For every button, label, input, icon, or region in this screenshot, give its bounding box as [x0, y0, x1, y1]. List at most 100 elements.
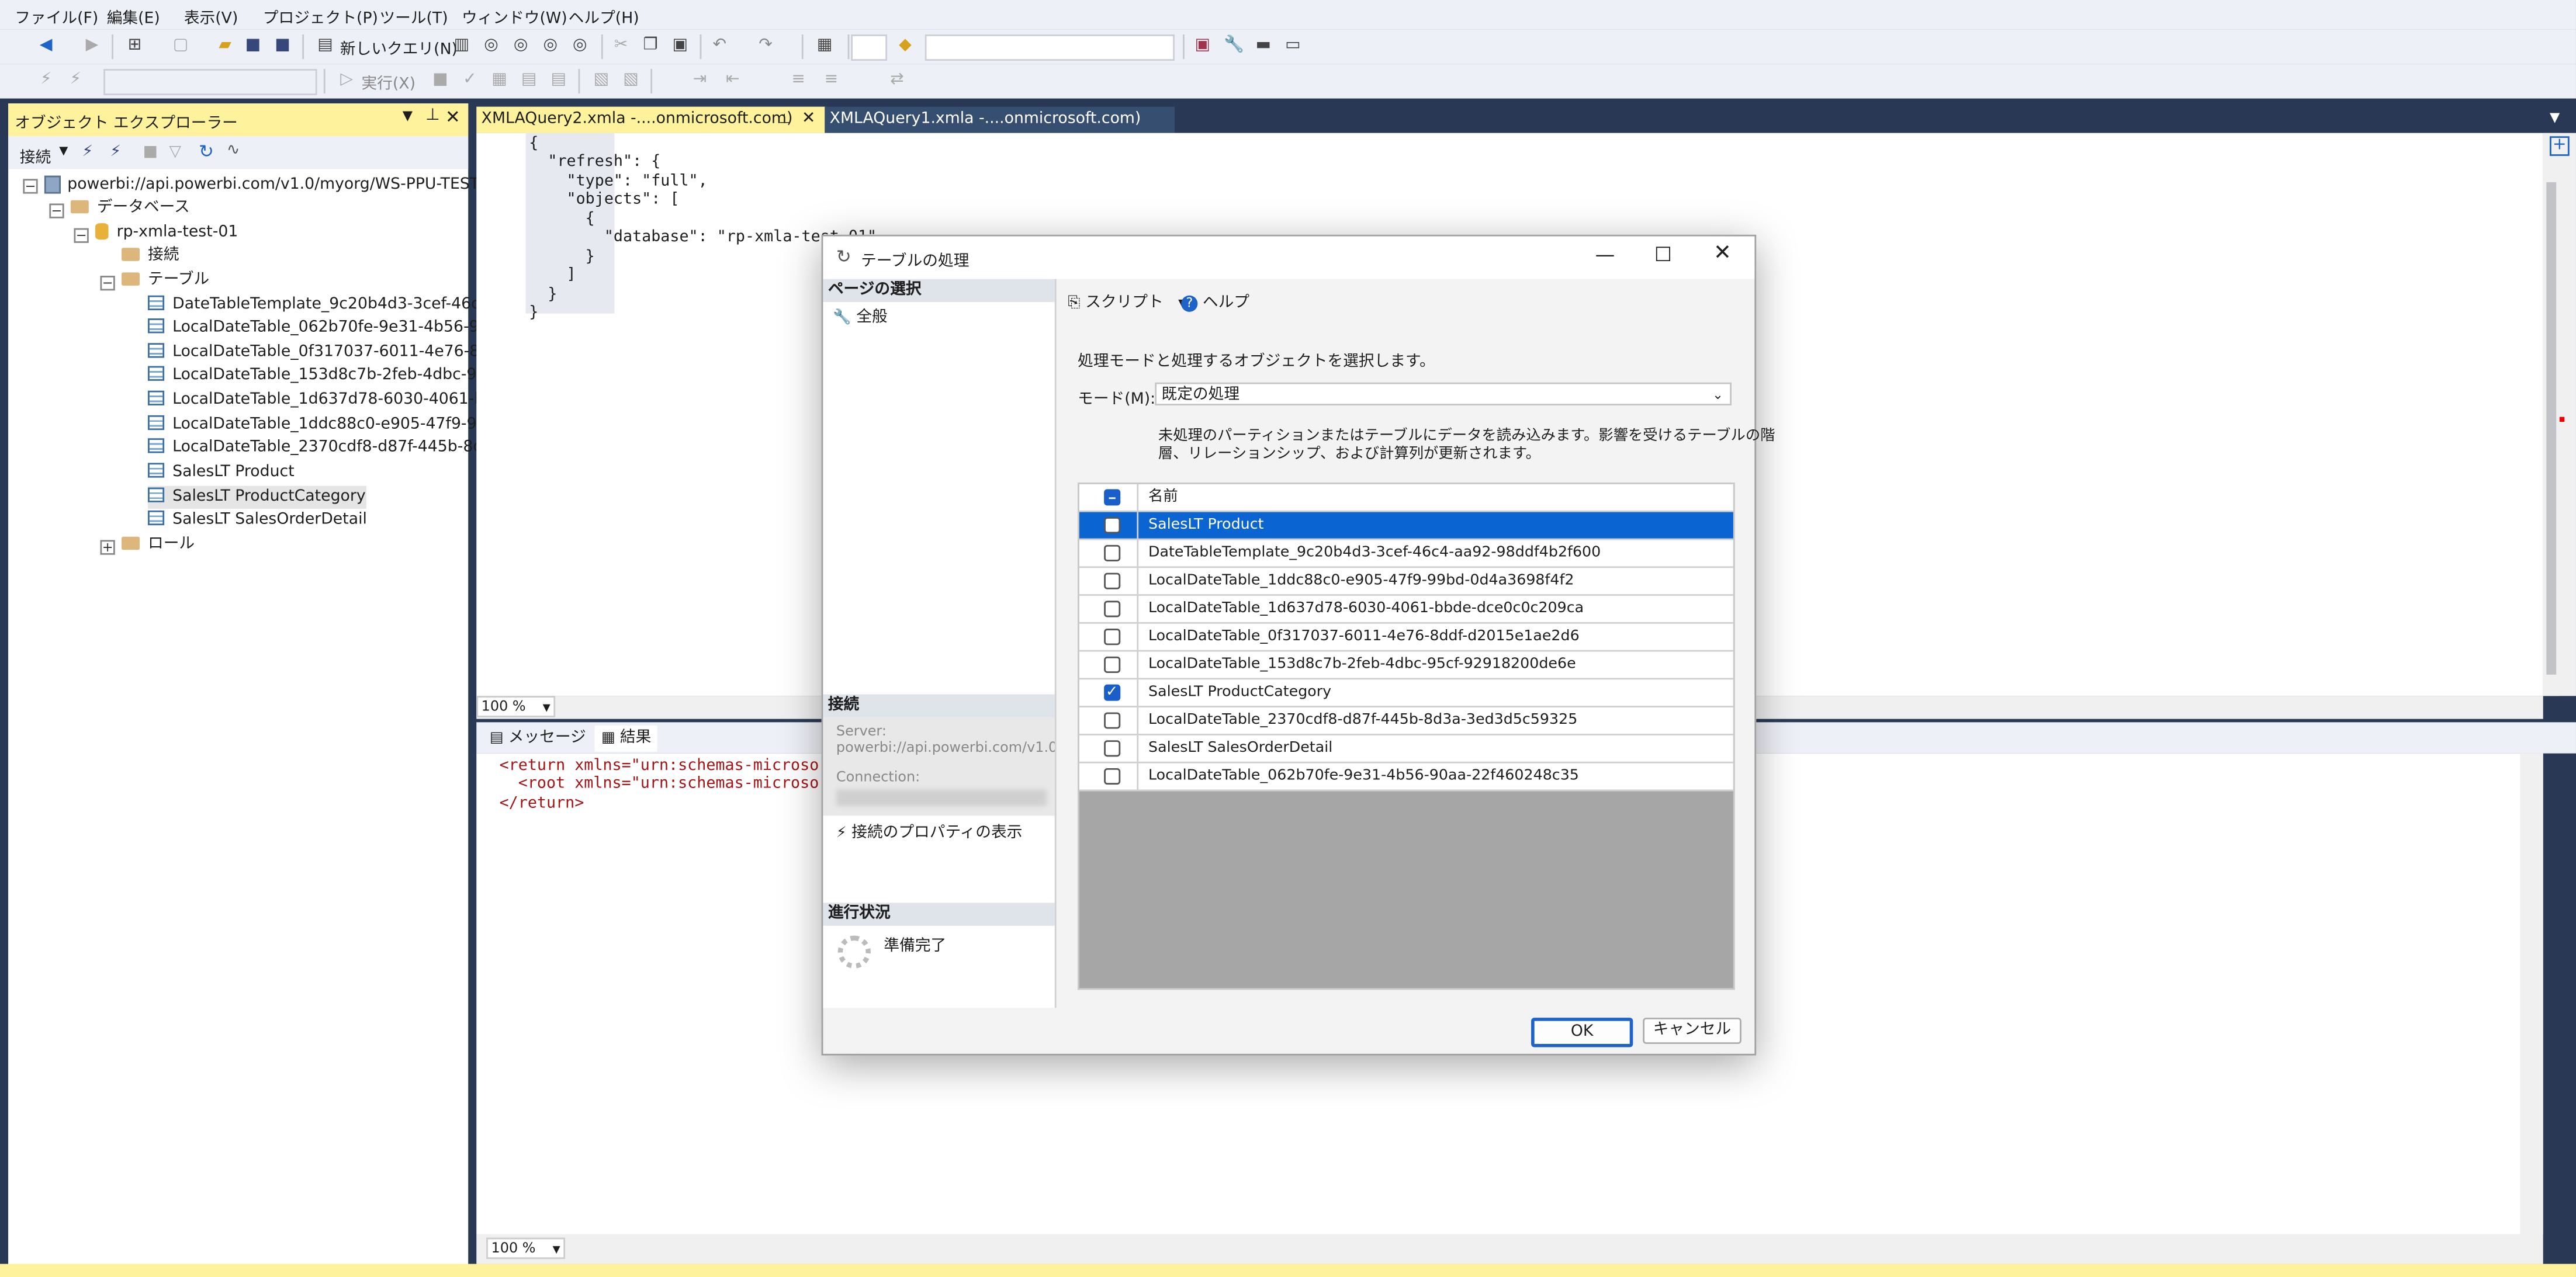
- close-icon[interactable]: ✕: [802, 107, 816, 133]
- add-item-icon[interactable]: ▢: [171, 36, 191, 56]
- row-checkbox[interactable]: [1104, 601, 1121, 617]
- tree-table-item[interactable]: SalesLT Product: [148, 461, 295, 484]
- open-folder-icon[interactable]: ▰: [215, 36, 235, 56]
- save-all-icon[interactable]: ■: [273, 36, 293, 56]
- save-icon[interactable]: ■: [243, 36, 263, 56]
- row-checkbox[interactable]: [1104, 656, 1121, 674]
- ok-button[interactable]: OK: [1531, 1018, 1633, 1047]
- grid-row[interactable]: DateTableTemplate_9c20b4d3-3cef-46c4-aa9…: [1079, 540, 1733, 568]
- minimize-icon[interactable]: —: [1595, 243, 1615, 266]
- cancel-button[interactable]: キャンセル: [1643, 1018, 1741, 1044]
- collapse-icon[interactable]: −: [74, 228, 89, 243]
- back-icon[interactable]: ◀: [36, 36, 56, 56]
- script-button[interactable]: ⎘ スクリプト ▼: [1068, 289, 1187, 312]
- paste-icon[interactable]: ▣: [670, 36, 690, 56]
- dmx-query-icon[interactable]: ◎: [511, 36, 531, 56]
- split-icon[interactable]: +: [2549, 136, 2570, 156]
- collapse-icon[interactable]: −: [49, 203, 64, 218]
- pin-icon[interactable]: ⊥: [425, 107, 440, 125]
- tab-xmlaquery1[interactable]: XMLAQuery1.xmla -....onmicrosoft.com): [825, 106, 1175, 133]
- expand-icon[interactable]: +: [100, 540, 115, 555]
- menu-view[interactable]: 表示(V): [184, 5, 238, 28]
- row-checkbox[interactable]: [1104, 712, 1121, 729]
- xmla-query-icon[interactable]: ◎: [541, 36, 560, 56]
- disconnect-icon[interactable]: ⚡: [110, 143, 121, 161]
- dropdown-icon[interactable]: ▼: [403, 108, 413, 123]
- pin-icon[interactable]: ⊥: [779, 107, 791, 133]
- tree-roles-node[interactable]: ロール: [122, 533, 195, 556]
- tree-table-item-selected[interactable]: SalesLT ProductCategory: [148, 485, 366, 509]
- mdx-query-icon[interactable]: ◎: [482, 36, 501, 56]
- dax-query-icon[interactable]: ◎: [570, 36, 590, 56]
- forward-icon[interactable]: ▶: [82, 36, 102, 56]
- tree-table-item[interactable]: LocalDateTable_062b70fe-9e31-4b56-90a: [148, 317, 498, 339]
- plan-icon[interactable]: ▧: [621, 71, 641, 91]
- menu-help[interactable]: ヘルプ(H): [569, 5, 639, 28]
- grid-row[interactable]: LocalDateTable_1d637d78-6030-4061-bbde-d…: [1079, 595, 1733, 624]
- tab-messages[interactable]: ▤ メッセージ: [490, 726, 586, 752]
- connect-dropdown[interactable]: 接続: [20, 144, 51, 168]
- zoom-combo[interactable]: 100 % ▼: [476, 696, 556, 717]
- tree-table-item[interactable]: SalesLT SalesOrderDetail: [148, 509, 367, 532]
- grid-row[interactable]: SalesLT ProductCategory: [1079, 679, 1733, 708]
- activity-icon[interactable]: ∿: [227, 141, 240, 159]
- collapse-icon[interactable]: −: [100, 276, 115, 291]
- row-checkbox[interactable]: [1104, 679, 1121, 706]
- parse-icon[interactable]: ✓: [460, 71, 480, 91]
- zoom-combo[interactable]: 100 % ▼: [486, 1237, 566, 1259]
- tab-xmlaquery2[interactable]: XMLAQuery2.xmla -....onmicrosoft.com) ⊥ …: [476, 106, 827, 133]
- row-checkbox[interactable]: [1104, 768, 1121, 785]
- page-general[interactable]: 🔧 全般: [833, 304, 888, 327]
- tree-table-item[interactable]: LocalDateTable_2370cdf8-d87f-445b-8d3: [148, 436, 493, 459]
- tree-connections-node[interactable]: 接続: [122, 245, 179, 268]
- uncomment-icon[interactable]: ≡: [822, 71, 842, 91]
- find-combo[interactable]: [925, 34, 1175, 61]
- select-all-checkbox[interactable]: [1104, 489, 1121, 506]
- redo-icon[interactable]: ↷: [756, 36, 775, 56]
- refresh-icon[interactable]: ↻: [199, 141, 214, 163]
- grid-row[interactable]: LocalDateTable_1ddc88c0-e905-47f9-99bd-0…: [1079, 568, 1733, 596]
- cut-icon[interactable]: ✂: [611, 36, 631, 56]
- filter-icon[interactable]: ▽: [169, 143, 182, 161]
- execute-button[interactable]: 実行(X): [361, 71, 416, 93]
- tree-table-item[interactable]: DateTableTemplate_9c20b4d3-3cef-46c4-: [148, 294, 495, 317]
- stop-icon[interactable]: ■: [431, 71, 451, 91]
- help-button[interactable]: ? ヘルプ: [1181, 289, 1249, 312]
- execute-icon[interactable]: ▷: [337, 71, 356, 91]
- activity-monitor-icon[interactable]: ▦: [815, 36, 835, 56]
- tree-server-node[interactable]: powerbi://api.powerbi.com/v1.0/myorg/WS-…: [44, 174, 490, 197]
- collapse-icon[interactable]: −: [23, 179, 38, 194]
- editor-scroll-gutter[interactable]: +: [2543, 133, 2576, 696]
- database-combo[interactable]: [103, 69, 317, 95]
- undo-icon[interactable]: ↶: [709, 36, 729, 56]
- menu-tools[interactable]: ツール(T): [379, 5, 448, 28]
- wrench-icon[interactable]: 🔧: [1224, 36, 1244, 56]
- close-icon[interactable]: ✕: [1713, 241, 1732, 266]
- mode-select[interactable]: 既定の処理 ⌄: [1155, 382, 1732, 406]
- grid-row[interactable]: LocalDateTable_0f317037-6011-4e76-8ddf-d…: [1079, 623, 1733, 652]
- grid-row[interactable]: SalesLT Product: [1079, 512, 1733, 540]
- row-checkbox[interactable]: [1104, 544, 1121, 561]
- row-checkbox[interactable]: [1104, 572, 1121, 589]
- new-query-icon[interactable]: ▤: [316, 36, 335, 56]
- results-text-icon[interactable]: ▤: [519, 71, 539, 91]
- indent-icon[interactable]: ⇥: [690, 71, 710, 91]
- results-vertical-scrollbar[interactable]: [2520, 753, 2543, 1234]
- menu-project[interactable]: プロジェクト(P): [263, 5, 378, 28]
- outdent-icon[interactable]: ⇤: [723, 71, 743, 91]
- close-icon[interactable]: ✕: [445, 107, 461, 129]
- tree-table-item[interactable]: LocalDateTable_1d637d78-6030-4061-bbc: [148, 389, 503, 412]
- tree-table-item[interactable]: LocalDateTable_1ddc88c0-e905-47f9-99b: [148, 414, 497, 436]
- new-query-button[interactable]: 新しいクエリ(N): [340, 36, 458, 59]
- terminal-icon[interactable]: ▭: [1283, 36, 1303, 56]
- tab-results[interactable]: ▦ 結果: [594, 725, 658, 752]
- change-connection-icon[interactable]: ⚡: [65, 71, 85, 91]
- grid-row[interactable]: LocalDateTable_2370cdf8-d87f-445b-8d3a-3…: [1079, 707, 1733, 735]
- chevron-down-icon[interactable]: ▼: [59, 144, 68, 157]
- tree-table-item[interactable]: LocalDateTable_0f317037-6011-4e76-8ddf: [148, 341, 505, 364]
- results-grid-icon[interactable]: ▦: [490, 71, 510, 91]
- new-project-icon[interactable]: ⊞: [125, 36, 145, 56]
- maximize-icon[interactable]: ☐: [1654, 243, 1672, 266]
- stop-icon[interactable]: ■: [143, 143, 158, 161]
- tree-table-item[interactable]: LocalDateTable_153d8c7b-2feb-4dbc-95c: [148, 365, 495, 387]
